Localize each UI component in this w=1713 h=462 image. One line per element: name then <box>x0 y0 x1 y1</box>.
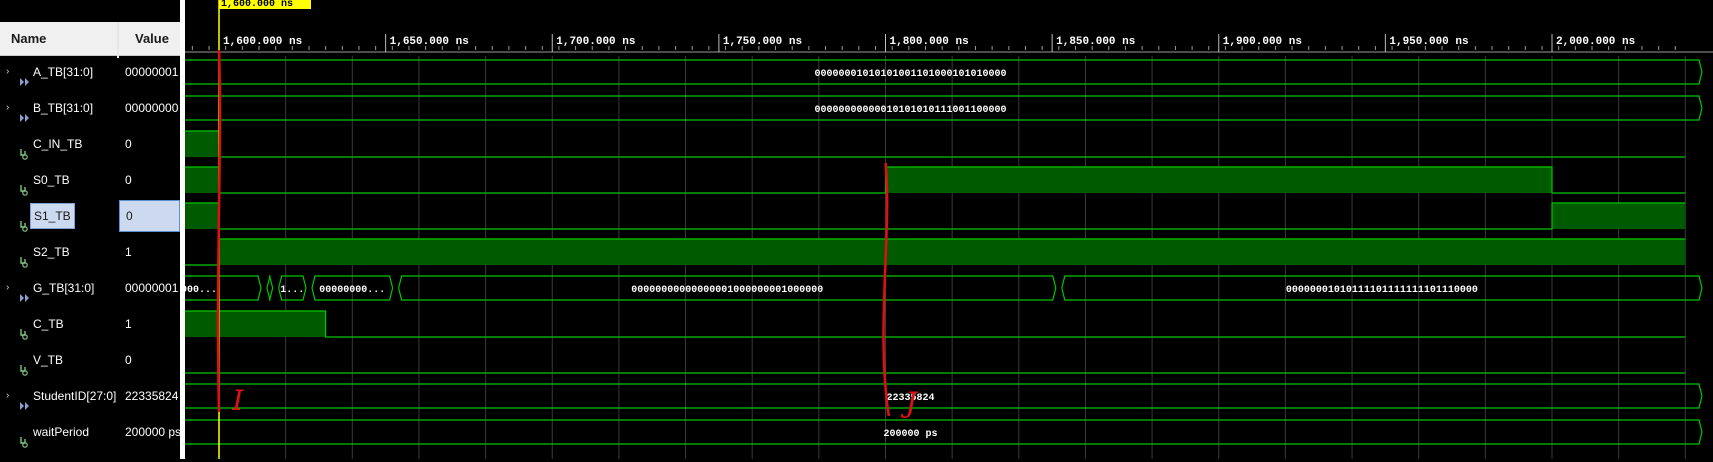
signal-row-name[interactable]: › B_TB[31:0] <box>0 90 117 126</box>
time-axis-label: 1,650.000 ns <box>390 36 469 48</box>
signal-name: waitPeriod <box>33 425 90 439</box>
time-axis-label: 1,750.000 ns <box>723 36 802 48</box>
bus-signal-icon <box>19 102 31 122</box>
logic-signal-icon <box>19 138 31 160</box>
bus-signal-icon <box>19 390 31 410</box>
signal-row-name[interactable]: › StudentID[27:0] <box>0 378 117 414</box>
signal-row-name[interactable]: › A_TB[31:0] <box>0 54 117 90</box>
signal-row-name[interactable]: C_IN_TB <box>0 126 117 162</box>
bit-line <box>185 130 1686 158</box>
logic-signal-icon <box>19 210 31 232</box>
signal-name: S0_TB <box>33 173 70 187</box>
logic-signal-icon <box>19 354 31 376</box>
expand-chevron-icon[interactable]: › <box>6 54 9 90</box>
bus-value-label: 00000000000000001000000001000000 <box>631 285 823 296</box>
bus-trace: 22335824 <box>185 383 1703 409</box>
high-fill <box>185 131 219 157</box>
signal-name-panel: Name › A_TB[31:0] › B_TB[31:0] C_IN_TB S0_TB S… <box>0 0 117 459</box>
annotation-marks: IJ <box>216 49 918 419</box>
signal-value[interactable]: 0 <box>119 342 180 378</box>
bus-value-label: 00000001010111101111111101110000 <box>1286 285 1478 296</box>
bit-trace <box>185 202 1686 230</box>
signal-row-name[interactable]: C_TB <box>0 306 117 342</box>
annotation-line-j <box>882 162 891 417</box>
signal-row-name[interactable]: V_TB <box>0 342 117 378</box>
bit-line <box>185 310 1686 338</box>
value-column-header[interactable]: Value <box>119 22 180 56</box>
signal-row-name[interactable]: S1_TB <box>0 198 117 234</box>
logic-signal-icon <box>19 246 31 268</box>
signal-value[interactable]: 00000001 <box>119 270 180 306</box>
signal-name: S1_TB <box>30 203 75 229</box>
signal-row-name[interactable]: › G_TB[31:0] <box>0 270 117 306</box>
signal-row-name[interactable]: S0_TB <box>0 162 117 198</box>
signal-value[interactable]: 0 <box>119 126 180 162</box>
signal-name: S2_TB <box>33 245 70 259</box>
signal-row-name[interactable]: S2_TB <box>0 234 117 270</box>
time-axis-label: 1,850.000 ns <box>1056 36 1135 48</box>
expand-chevron-icon[interactable]: › <box>6 378 9 414</box>
signal-value[interactable]: 00000000 <box>119 90 180 126</box>
signal-value[interactable]: 0 <box>119 162 180 198</box>
signal-name: A_TB[31:0] <box>33 65 94 79</box>
bit-trace <box>185 166 1686 194</box>
high-fill <box>185 167 219 193</box>
bit-line <box>185 202 1686 230</box>
logic-signal-icon <box>19 318 31 340</box>
signal-name: V_TB <box>33 353 64 367</box>
bus-segment <box>185 419 1703 445</box>
expand-chevron-icon[interactable]: › <box>6 270 9 306</box>
bus-signal-icon <box>19 282 31 302</box>
signal-value[interactable]: 200000 ps <box>119 414 180 450</box>
bus-trace: 000000... 1... 00000000... 0000000000000000… <box>185 275 1703 301</box>
time-axis-label: 1,800.000 ns <box>890 36 969 48</box>
expand-chevron-icon[interactable]: › <box>6 90 9 126</box>
cursor-time-label: 1,600.000 ns <box>219 0 311 10</box>
signal-name: G_TB[31:0] <box>33 281 95 295</box>
bit-trace <box>185 238 1686 266</box>
bus-trace: 00000001010101001101000101010000 <box>185 59 1703 85</box>
bit-trace <box>185 130 1686 158</box>
name-column-header[interactable]: Name <box>0 22 117 56</box>
annotation-label-i: I <box>231 384 244 417</box>
time-axis-label: 2,000.000 ns <box>1556 36 1635 48</box>
signal-name: C_TB <box>33 317 64 331</box>
signal-value[interactable]: 22335824 <box>119 378 180 414</box>
high-fill <box>885 167 1552 193</box>
signal-name: StudentID[27:0] <box>33 389 117 403</box>
bus-value-label: 00000000... <box>319 285 385 296</box>
bus-segment <box>266 275 274 301</box>
signal-row-name[interactable]: waitPeriod <box>0 414 117 450</box>
bus-signal-icon <box>19 66 31 86</box>
time-axis-label: 1,700.000 ns <box>556 36 635 48</box>
signal-value[interactable]: 0 <box>119 200 180 232</box>
bus-value-label: 00000000000010101010111001100000 <box>814 105 1006 116</box>
signal-value[interactable]: 00000001 <box>119 54 180 90</box>
bus-value-label: 1... <box>280 285 304 296</box>
signal-name: C_IN_TB <box>33 137 83 151</box>
time-axis-label: 1,600.000 ns <box>223 36 302 48</box>
bus-trace: 200000 ps <box>185 419 1703 445</box>
waveform-canvas[interactable]: 1,600.000 ns 1,650.000 ns 1,700.000 ns 1,75… <box>185 0 1713 459</box>
high-fill <box>1552 203 1686 229</box>
time-axis-label: 1,900.000 ns <box>1223 36 1302 48</box>
signal-value-panel: Value 00000001 00000000 0 0 0 1 00000001 1 0 2233… <box>119 0 180 459</box>
high-fill <box>185 311 326 337</box>
time-axis-label: 1,950.000 ns <box>1389 36 1468 48</box>
bus-value-label: 200000 ps <box>883 429 937 440</box>
logic-signal-icon <box>19 174 31 196</box>
bus-value-label: 000000... <box>185 285 217 296</box>
bus-trace: 00000000000010101010111001100000 <box>185 95 1703 121</box>
logic-signal-icon <box>19 426 31 448</box>
signal-value[interactable]: 1 <box>119 306 180 342</box>
high-fill <box>219 239 1686 265</box>
bus-segment <box>185 383 1703 409</box>
signal-name: B_TB[31:0] <box>33 101 94 115</box>
bit-trace <box>185 310 1686 338</box>
signal-value[interactable]: 1 <box>119 234 180 270</box>
bus-value-label: 00000001010101001101000101010000 <box>814 69 1006 80</box>
high-fill <box>185 203 219 229</box>
